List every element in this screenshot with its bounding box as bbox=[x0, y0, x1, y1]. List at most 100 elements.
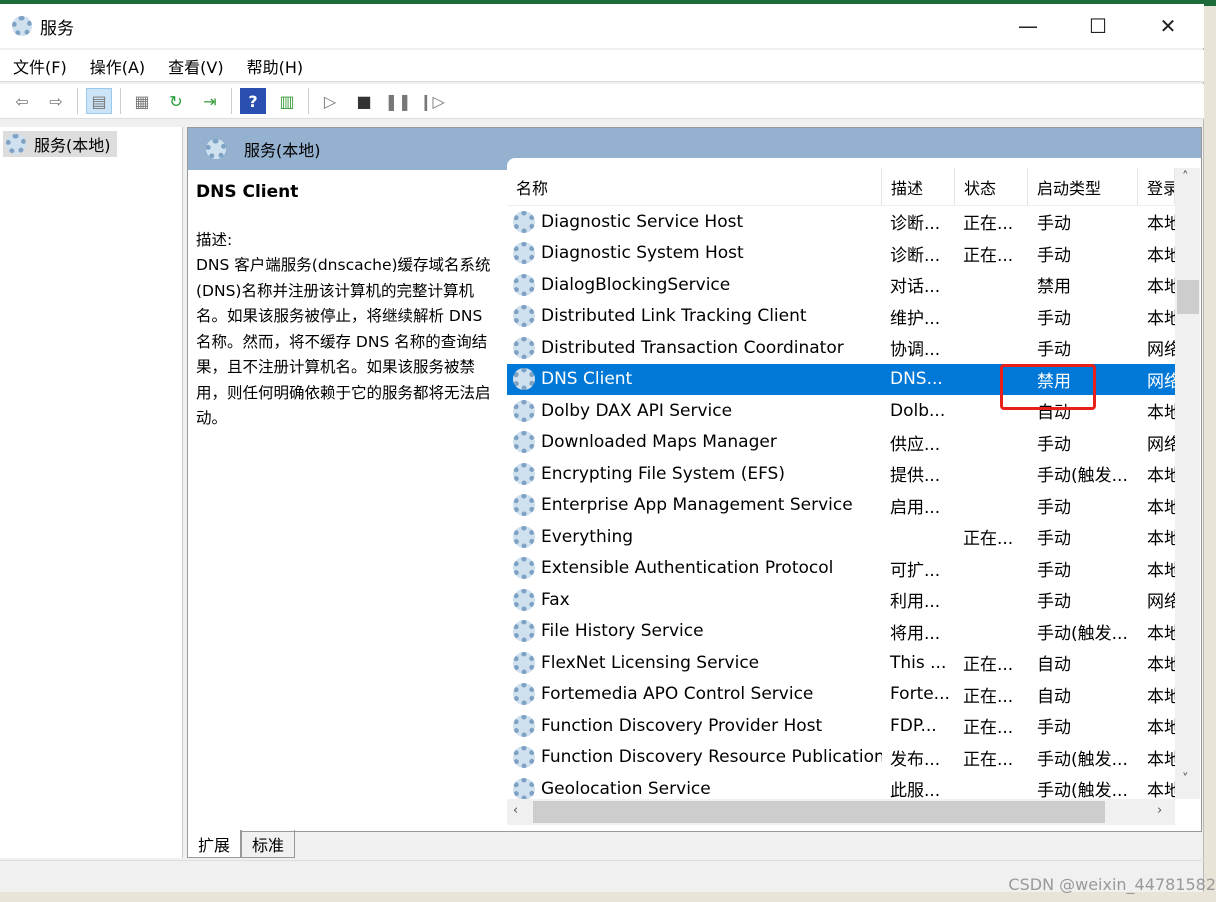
column-description[interactable]: 描述 bbox=[882, 168, 955, 205]
service-name-cell: Fortemedia APO Control Service bbox=[507, 683, 882, 705]
tab-extended[interactable]: 扩展 bbox=[187, 830, 242, 858]
service-row[interactable]: Diagnostic System Host 诊断... 正在... 手动 本地 bbox=[507, 238, 1175, 269]
show-action-pane-icon[interactable]: ▥ bbox=[274, 88, 300, 114]
service-row[interactable]: Distributed Transaction Coordinator 协调...… bbox=[507, 332, 1175, 363]
service-row[interactable]: Function Discovery Resource Publication 发… bbox=[507, 742, 1175, 773]
service-name: FlexNet Licensing Service bbox=[541, 652, 760, 673]
service-name: Function Discovery Resource Publication bbox=[541, 747, 882, 767]
vertical-scroll-thumb[interactable] bbox=[1177, 280, 1199, 314]
service-startup-type: 手动(触发... bbox=[1037, 623, 1128, 644]
service-row[interactable]: Downloaded Maps Manager 供应... 手动 网络 bbox=[507, 427, 1175, 458]
scroll-down-icon[interactable]: ˅ bbox=[1182, 772, 1189, 787]
service-startup-type: 自动 bbox=[1037, 655, 1071, 675]
highlight-annotation bbox=[1000, 364, 1096, 410]
service-log-on: 网络 bbox=[1147, 340, 1175, 360]
service-name-cell: Dolby DAX API Service bbox=[507, 399, 882, 422]
back-icon[interactable]: ⇦ bbox=[9, 88, 35, 114]
service-gear-icon bbox=[513, 525, 535, 548]
service-row[interactable]: Function Discovery Provider Host FDP... 正在… bbox=[507, 710, 1175, 741]
title-bar: 服务 — ☐ ✕ bbox=[0, 4, 1204, 48]
service-log-on: 网络 bbox=[1147, 371, 1175, 392]
start-icon[interactable]: ▷ bbox=[317, 88, 343, 114]
column-startup-type[interactable]: 启动类型 bbox=[1028, 168, 1138, 205]
export-list-icon[interactable]: ⇥ bbox=[197, 88, 223, 114]
service-status: 正在... bbox=[963, 749, 1014, 770]
refresh-icon[interactable]: ↻ bbox=[163, 88, 189, 114]
service-name: Fax bbox=[541, 589, 570, 610]
toolbar-separator bbox=[77, 88, 78, 114]
service-gear-icon bbox=[513, 336, 535, 359]
service-gear-icon bbox=[513, 462, 535, 485]
forward-icon[interactable]: ⇨ bbox=[43, 88, 69, 114]
service-description: DNS... bbox=[890, 369, 943, 389]
minimize-button[interactable]: — bbox=[993, 4, 1063, 48]
service-startup-type: 手动(触发... bbox=[1037, 466, 1128, 486]
services-gear-icon bbox=[6, 134, 26, 154]
pause-icon[interactable]: ❚❚ bbox=[385, 88, 412, 114]
service-name-cell: Extensible Authentication Protocol bbox=[507, 557, 882, 579]
service-log-on: 本地 bbox=[1147, 214, 1175, 234]
menu-help[interactable]: 帮助(H) bbox=[247, 54, 304, 78]
scroll-left-icon[interactable]: ‹ bbox=[513, 803, 518, 818]
service-description: 供应... bbox=[890, 434, 941, 455]
service-row[interactable]: FlexNet Licensing Service This ... 正在... 自动… bbox=[507, 647, 1175, 678]
service-row[interactable]: File History Service 将用... 手动(触发... 本地 bbox=[507, 616, 1175, 647]
horizontal-scroll-thumb[interactable] bbox=[533, 801, 1105, 823]
service-row[interactable]: Extensible Authentication Protocol 可扩... 手… bbox=[507, 553, 1175, 584]
list-header: 名称 描述 状态 启动类型 登录 bbox=[507, 168, 1175, 206]
horizontal-scrollbar[interactable]: ‹ › bbox=[507, 799, 1175, 825]
service-row[interactable]: Distributed Link Tracking Client 维护... 手动 本… bbox=[507, 301, 1175, 332]
service-description: Dolb... bbox=[890, 400, 946, 421]
maximize-button[interactable]: ☐ bbox=[1063, 4, 1133, 48]
service-description: 诊断... bbox=[890, 245, 941, 266]
tab-standard[interactable]: 标准 bbox=[241, 830, 296, 858]
service-name: Diagnostic Service Host bbox=[541, 211, 744, 232]
service-gear-icon bbox=[513, 210, 535, 233]
service-log-on: 本地 bbox=[1147, 466, 1175, 486]
service-startup-type: 自动 bbox=[1037, 686, 1071, 707]
menu-action[interactable]: 操作(A) bbox=[90, 54, 145, 78]
service-startup-type: 禁用 bbox=[1037, 277, 1071, 297]
service-gear-icon bbox=[513, 714, 535, 737]
scroll-up-icon[interactable]: ˄ bbox=[1182, 170, 1189, 185]
watermark: CSDN @weixin_44781582 bbox=[1008, 875, 1216, 894]
service-name-cell: FlexNet Licensing Service bbox=[507, 651, 882, 674]
service-log-on: 本地 bbox=[1147, 403, 1175, 423]
service-row[interactable]: Fortemedia APO Control Service Forte... 正在… bbox=[507, 679, 1175, 710]
service-log-on: 本地 bbox=[1147, 497, 1175, 518]
service-status: 正在... bbox=[963, 245, 1014, 266]
service-gear-icon bbox=[513, 651, 535, 674]
service-log-on: 本地 bbox=[1147, 686, 1175, 707]
service-row[interactable]: Encrypting File System (EFS) 提供... 手动(触发..… bbox=[507, 458, 1175, 489]
service-row[interactable]: Everything 正在... 手动 本地 bbox=[507, 521, 1175, 552]
menu-file[interactable]: 文件(F) bbox=[13, 54, 67, 78]
scroll-right-icon[interactable]: › bbox=[1157, 803, 1162, 818]
service-log-on: 本地 bbox=[1147, 749, 1175, 770]
service-name: Distributed Link Tracking Client bbox=[541, 306, 807, 326]
service-startup-type: 手动 bbox=[1037, 434, 1071, 455]
service-row[interactable]: Fax 利用... 手动 网络 bbox=[507, 584, 1175, 615]
column-log-on-as[interactable]: 登录 bbox=[1138, 168, 1175, 205]
stop-icon[interactable]: ■ bbox=[351, 88, 377, 114]
menu-view[interactable]: 查看(V) bbox=[168, 54, 223, 78]
column-name[interactable]: 名称 bbox=[507, 168, 882, 205]
restart-icon[interactable]: ❙▷ bbox=[419, 88, 445, 114]
vertical-scrollbar[interactable]: ˄ ˅ bbox=[1175, 168, 1200, 799]
show-hide-console-tree-icon[interactable]: ▤ bbox=[86, 88, 112, 114]
close-button[interactable]: ✕ bbox=[1133, 4, 1203, 48]
column-status[interactable]: 状态 bbox=[955, 168, 1028, 205]
service-description: 利用... bbox=[890, 592, 941, 612]
service-status: 正在... bbox=[963, 686, 1014, 707]
service-row[interactable]: DialogBlockingService 对话... 禁用 本地 bbox=[507, 269, 1175, 300]
services-gear-icon bbox=[12, 16, 32, 36]
service-name-cell: Diagnostic Service Host bbox=[507, 210, 882, 233]
service-row[interactable]: Diagnostic Service Host 诊断... 正在... 手动 本地 bbox=[507, 206, 1175, 237]
tree-item-services-local[interactable]: 服务(本地) bbox=[3, 131, 117, 157]
service-gear-icon bbox=[513, 494, 535, 516]
help-icon[interactable]: ? bbox=[240, 88, 266, 114]
service-log-on: 网络 bbox=[1147, 592, 1175, 612]
service-name-cell: Enterprise App Management Service bbox=[507, 494, 882, 516]
service-row[interactable]: Enterprise App Management Service 启用... 手动… bbox=[507, 490, 1175, 521]
properties-icon[interactable]: ▦ bbox=[129, 88, 155, 114]
service-name: Fortemedia APO Control Service bbox=[541, 684, 814, 704]
